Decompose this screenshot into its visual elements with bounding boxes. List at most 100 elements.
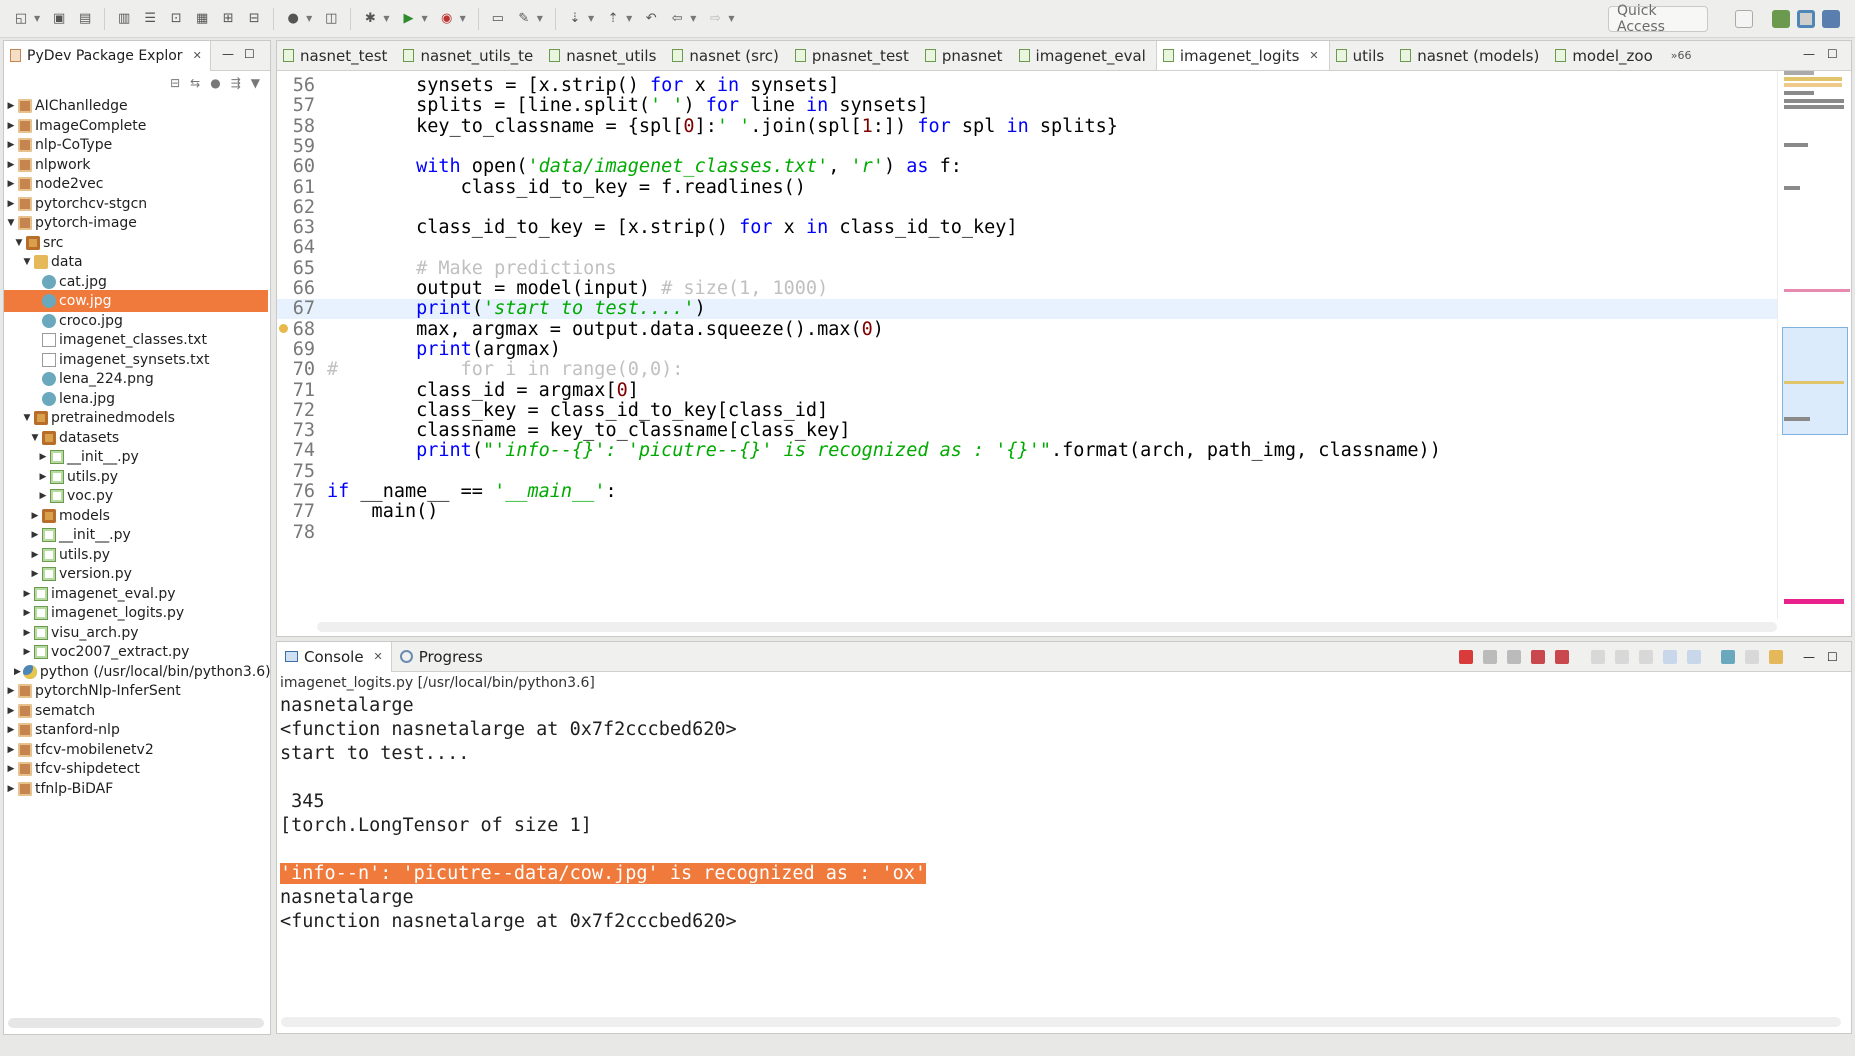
terminate-relaunch-icon[interactable] — [1555, 650, 1569, 664]
minimize-icon[interactable]: — — [1803, 650, 1817, 664]
collapsed-arrow-icon[interactable]: ▶ — [6, 725, 16, 735]
collapsed-arrow-icon[interactable]: ▶ — [22, 608, 32, 618]
open-type-icon[interactable]: ⊡ — [167, 10, 185, 28]
new-module-icon[interactable]: ⊟ — [245, 10, 263, 28]
collapsed-arrow-icon[interactable]: ▶ — [6, 179, 16, 189]
debug-icon[interactable]: ✱ — [361, 10, 379, 28]
new-icon[interactable]: ◱ — [12, 10, 30, 28]
toggle-mark-icon[interactable]: ▥ — [115, 10, 133, 28]
code-line[interactable]: 77 main() — [277, 502, 1777, 522]
code-line[interactable]: 66 output = model(input) # size(1, 1000) — [277, 279, 1777, 299]
editor-tab[interactable]: nasnet (models) — [1394, 41, 1549, 70]
debug-perspective-icon[interactable] — [1822, 10, 1840, 28]
next-annotation-icon[interactable]: ⇣ — [566, 10, 584, 28]
collapsed-arrow-icon[interactable]: ▶ — [30, 550, 40, 560]
code-line[interactable]: 61 class_id_to_key = f.readlines() — [277, 177, 1777, 198]
clear-console-icon[interactable] — [1591, 650, 1605, 664]
collapsed-arrow-icon[interactable]: ▶ — [6, 160, 16, 170]
code-line[interactable]: 75 — [277, 461, 1777, 482]
collapsed-arrow-icon[interactable]: ▶ — [22, 647, 32, 657]
collapsed-arrow-icon[interactable]: ▶ — [6, 199, 16, 209]
code-line[interactable]: 62 — [277, 197, 1777, 218]
editor-tab[interactable]: nasnet (src) — [666, 41, 789, 70]
editor-tab[interactable]: imagenet_eval — [1013, 41, 1156, 70]
display-console-icon[interactable] — [1745, 650, 1759, 664]
collapsed-arrow-icon[interactable]: ▶ — [6, 784, 16, 794]
run-icon[interactable]: ▶ — [399, 10, 417, 28]
editor-tab[interactable]: utils — [1330, 41, 1395, 70]
list-icon[interactable]: ☰ — [141, 10, 159, 28]
console-view-icon[interactable]: ▦ — [193, 10, 211, 28]
maximize-icon[interactable]: ☐ — [1827, 47, 1838, 61]
tab-console[interactable]: Console ✕ — [277, 641, 392, 672]
view-menu-icon[interactable]: ▼ — [251, 76, 260, 90]
close-icon[interactable]: ✕ — [193, 49, 202, 62]
forward-dropdown-icon[interactable]: ▼ — [728, 14, 734, 23]
expanded-arrow-icon[interactable]: ▼ — [14, 238, 24, 248]
save-icon[interactable]: ▣ — [50, 10, 68, 28]
collapsed-arrow-icon[interactable]: ▶ — [6, 706, 16, 716]
horizontal-scrollbar[interactable] — [8, 1018, 264, 1028]
python-dropdown-icon[interactable]: ▼ — [306, 14, 312, 23]
link-with-editor-icon[interactable]: ⇆ — [190, 76, 200, 90]
expanded-arrow-icon[interactable]: ▼ — [22, 257, 32, 267]
scroll-lock-icon[interactable] — [1615, 650, 1629, 664]
last-edit-icon[interactable]: ↶ — [642, 10, 660, 28]
code-line[interactable]: 67 print('start to test....') — [277, 299, 1777, 320]
code-line[interactable]: 65 # Make predictions — [277, 258, 1777, 279]
collapsed-arrow-icon[interactable]: ▶ — [38, 491, 48, 501]
collapsed-arrow-icon[interactable]: ▶ — [6, 686, 16, 696]
collapsed-arrow-icon[interactable]: ▶ — [14, 667, 21, 677]
horizontal-scrollbar[interactable] — [281, 1017, 1841, 1027]
external-tools-dropdown-icon[interactable]: ▼ — [460, 14, 466, 23]
collapsed-arrow-icon[interactable]: ▶ — [6, 121, 16, 131]
tree-item[interactable]: ▶ tfnlp-BiDAF — [4, 778, 268, 800]
editor-tab[interactable]: nasnet_utils_te — [397, 41, 543, 70]
word-wrap-icon[interactable] — [1639, 650, 1653, 664]
minimize-icon[interactable]: — — [1803, 47, 1815, 61]
code-line[interactable]: 73 classname = key_to_classname[class_ke… — [277, 421, 1777, 441]
collapsed-arrow-icon[interactable]: ▶ — [6, 140, 16, 150]
edit-icon[interactable]: ✎ — [515, 10, 533, 28]
remove-launch-icon[interactable] — [1483, 650, 1497, 664]
code-line[interactable]: 60 with open('data/imagenet_classes.txt'… — [277, 157, 1777, 177]
code-area[interactable]: 56 synsets = [x.strip() for x in synsets… — [277, 71, 1777, 619]
collapsed-arrow-icon[interactable]: ▶ — [38, 472, 48, 482]
collapsed-arrow-icon[interactable]: ▶ — [6, 764, 16, 774]
collapsed-arrow-icon[interactable]: ▶ — [30, 511, 40, 521]
show-on-output-icon[interactable] — [1663, 650, 1677, 664]
console-output[interactable]: nasnetalarge <function nasnetalarge at 0x… — [277, 694, 1851, 934]
edit-dropdown-icon[interactable]: ▼ — [537, 14, 543, 23]
terminate-icon[interactable] — [1459, 650, 1473, 664]
save-all-icon[interactable]: ▤ — [76, 10, 94, 28]
forward-icon[interactable]: ⇨ — [706, 10, 724, 28]
open-perspective-icon[interactable] — [1735, 10, 1753, 28]
collapsed-arrow-icon[interactable]: ▶ — [6, 745, 16, 755]
code-line[interactable]: 63 class_id_to_key = [x.strip() for x in… — [277, 218, 1777, 238]
editor-tab[interactable]: pnasnet_test — [789, 41, 919, 70]
more-tabs-button[interactable]: »66 — [1663, 49, 1700, 62]
collapsed-arrow-icon[interactable]: ▶ — [6, 101, 16, 111]
code-line[interactable]: 74 print("'info--{}': 'picutre--{}' is r… — [277, 441, 1777, 461]
open-folder-icon[interactable]: ▭ — [489, 10, 507, 28]
run-dropdown-icon[interactable]: ▼ — [421, 14, 427, 23]
code-line[interactable]: 69 print(argmax) — [277, 339, 1777, 360]
editor-tab[interactable]: pnasnet — [919, 41, 1013, 70]
terminate-all-icon[interactable] — [1531, 650, 1545, 664]
pin-console-icon[interactable] — [1721, 650, 1735, 664]
code-line[interactable]: 76 if __name__ == '__main__': — [277, 482, 1777, 502]
code-line[interactable]: 78 — [277, 522, 1777, 543]
external-tools-icon[interactable]: ◉ — [438, 10, 456, 28]
editor-tab[interactable]: imagenet_logits ✕ — [1155, 41, 1330, 70]
show-on-error-icon[interactable] — [1687, 650, 1701, 664]
package-icon[interactable]: ◫ — [322, 10, 340, 28]
quick-access-input[interactable]: Quick Access — [1608, 3, 1708, 35]
code-line[interactable]: 70 # for i in range(0,0): — [277, 360, 1777, 380]
next-annotation-dropdown-icon[interactable]: ▼ — [588, 14, 594, 23]
remove-all-terminated-icon[interactable] — [1507, 650, 1521, 664]
previous-annotation-icon[interactable]: ⇡ — [604, 10, 622, 28]
code-line[interactable]: 57 splits = [line.split(' ') for line in… — [277, 96, 1777, 116]
debug-dropdown-icon[interactable]: ▼ — [383, 14, 389, 23]
open-console-icon[interactable] — [1769, 650, 1783, 664]
code-line[interactable]: 56 synsets = [x.strip() for x in synsets… — [277, 76, 1777, 96]
